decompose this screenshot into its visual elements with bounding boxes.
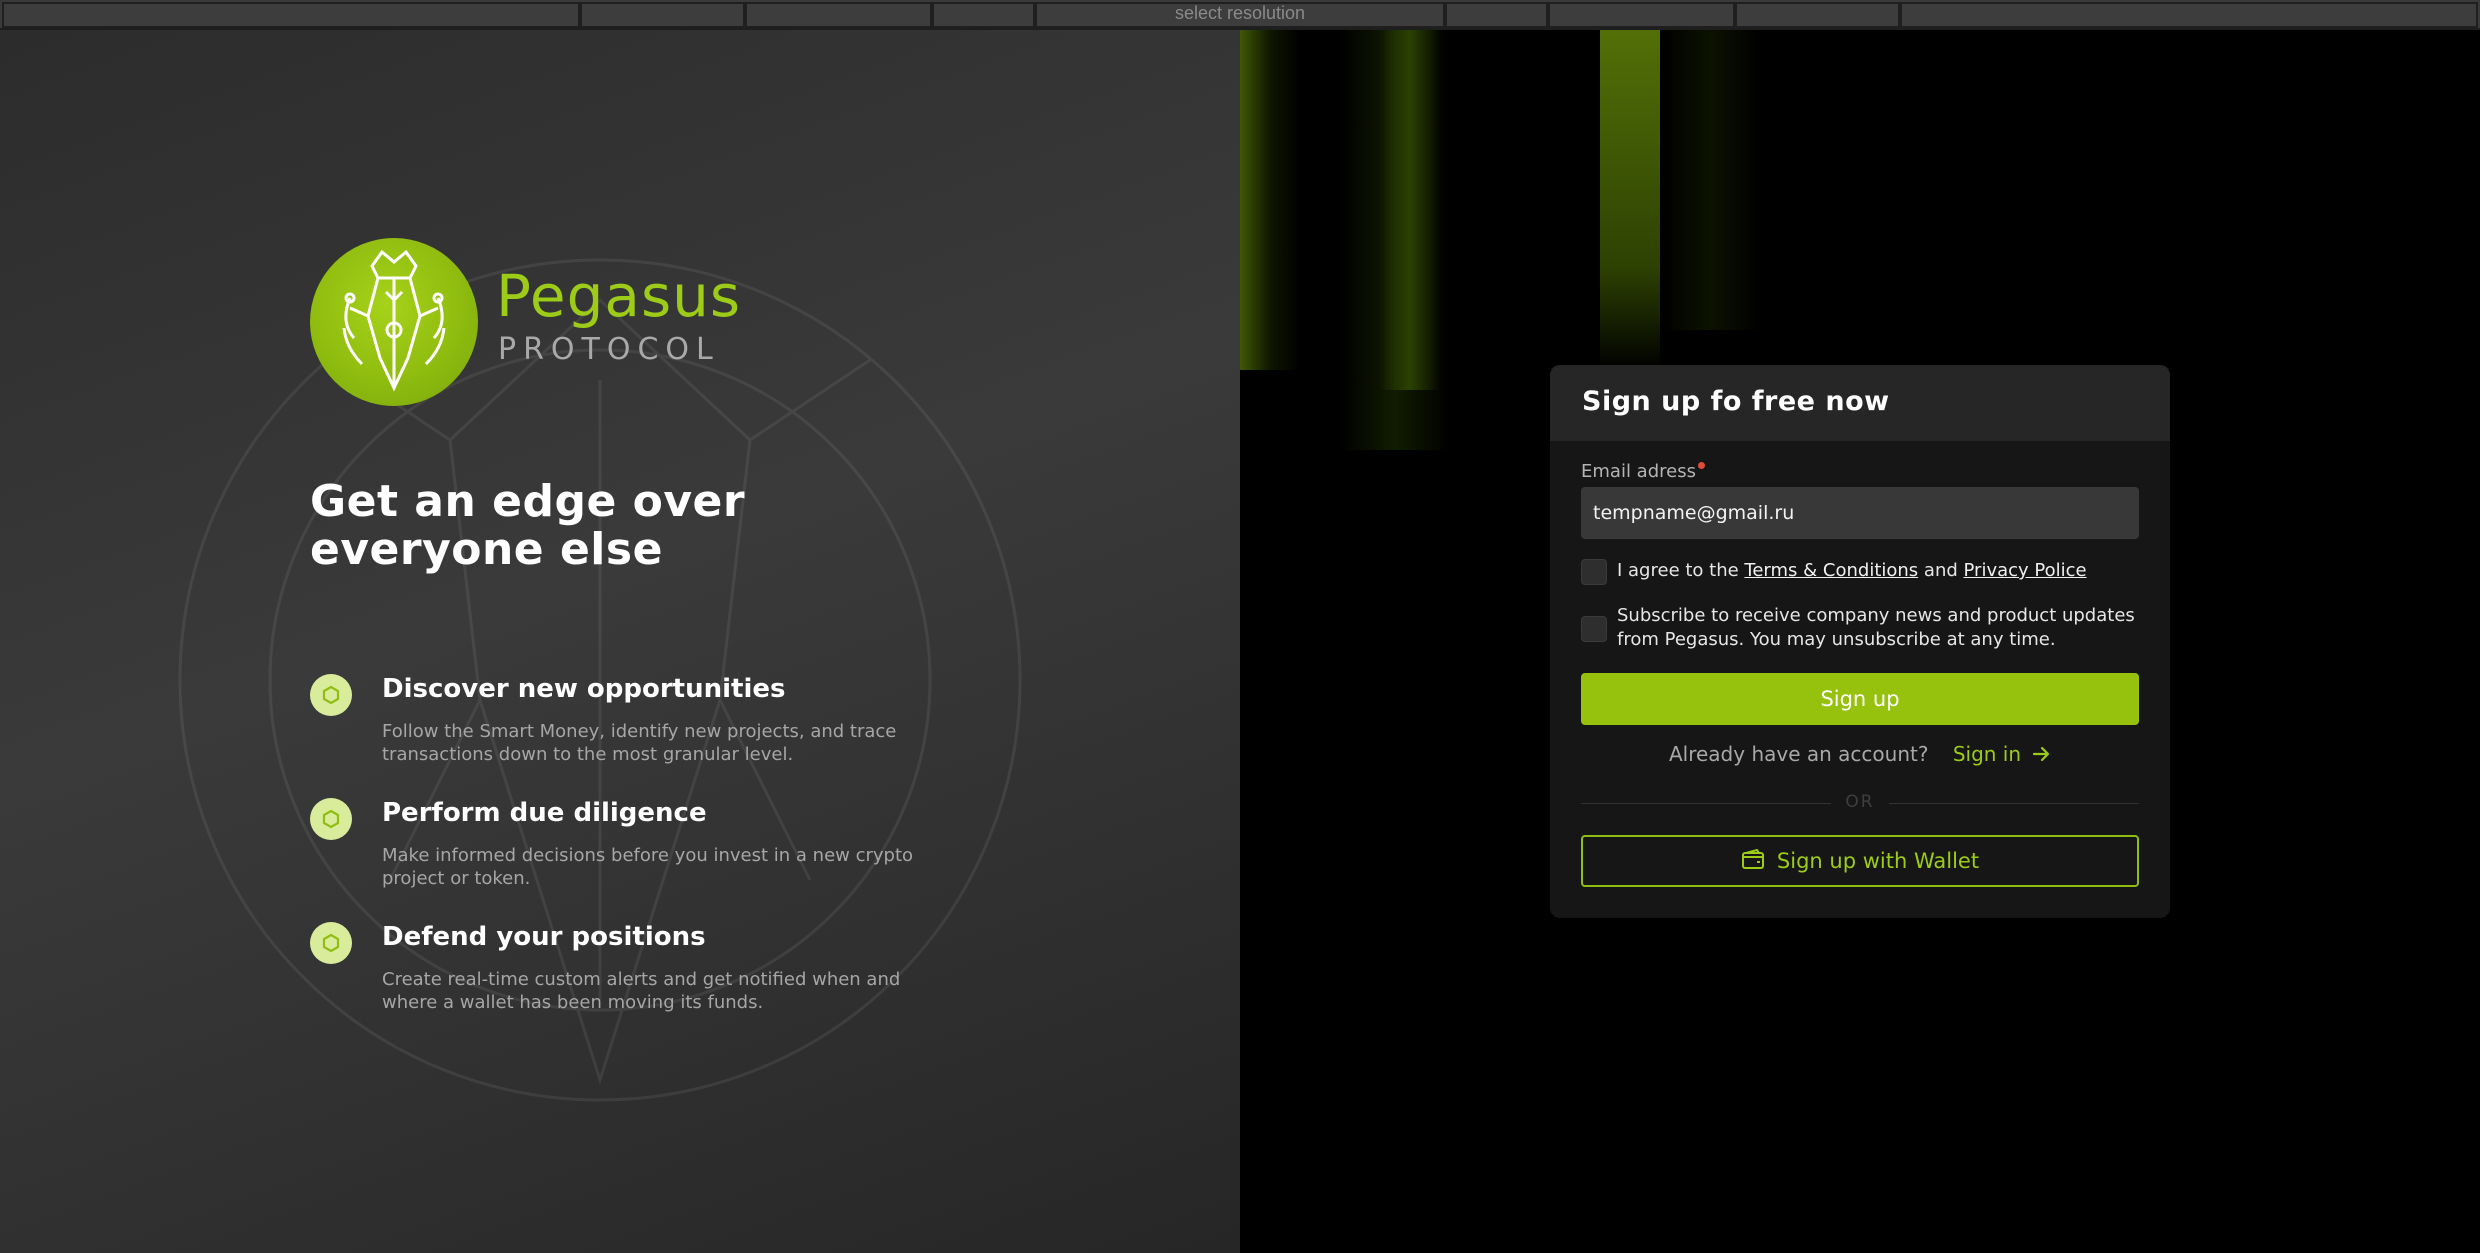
pegasus-logo: [310, 238, 478, 406]
privacy-link[interactable]: Privacy Police: [1964, 560, 2087, 581]
signin-label[interactable]: Sign in: [1953, 742, 2021, 766]
feature-description: Make informed decisions before you inves…: [382, 845, 914, 889]
card-header: Sign up fo free now: [1550, 365, 2170, 441]
terms-prefix: I agree to the: [1617, 560, 1745, 581]
arrow-right-icon[interactable]: [2031, 744, 2051, 764]
hexagon-bullet-icon: [310, 674, 352, 716]
subscribe-checkbox[interactable]: [1581, 616, 1607, 642]
terms-and: and: [1918, 560, 1964, 581]
hexagon-bullet-icon: [310, 922, 352, 964]
headline-line-2: everyone else: [310, 524, 663, 575]
card-title: Sign up fo free now: [1582, 386, 1890, 417]
email-label: Email adress: [1581, 461, 1696, 482]
brand-name: Pegasus: [496, 262, 742, 330]
signin-link[interactable]: Sign in: [1953, 742, 2051, 766]
signup-button[interactable]: Sign up: [1581, 673, 2139, 725]
page-headline: Get an edge over everyone else: [310, 478, 910, 574]
feature-title: Discover new opportunities: [382, 674, 786, 704]
terms-text: I agree to the Terms & Conditions and Pr…: [1617, 559, 2137, 583]
feature-title: Perform due diligence: [382, 798, 707, 828]
feature-description: Create real-time custom alerts and get n…: [382, 969, 901, 1013]
glow-stripe: [1380, 30, 1440, 390]
hexagon-bullet-icon: [310, 798, 352, 840]
feature-description: Follow the Smart Money, identify new pro…: [382, 721, 897, 765]
subscribe-text: Subscribe to receive company news and pr…: [1617, 605, 2135, 650]
brand-subtitle: PROTOCOL: [498, 332, 720, 367]
terms-link[interactable]: Terms & Conditions: [1744, 560, 1918, 581]
headline-line-1: Get an edge over: [310, 476, 746, 527]
glow-stripe: [1600, 30, 1660, 370]
resolution-bar[interactable]: select resolution: [0, 0, 2480, 30]
left-panel: [0, 30, 1240, 1253]
glow-stripe: [1240, 30, 1300, 370]
terms-checkbox[interactable]: [1581, 559, 1607, 585]
signin-row: Already have an account? Sign in: [1550, 742, 2170, 766]
signup-wallet-button[interactable]: Sign up with Wallet: [1581, 835, 2139, 887]
required-indicator: [1698, 462, 1705, 469]
resolution-label: select resolution: [1174, 3, 1306, 23]
or-divider: OR: [1845, 792, 1875, 812]
email-field[interactable]: [1581, 487, 2139, 539]
wallet-label[interactable]: Sign up with Wallet: [1777, 849, 1979, 873]
wallet-icon: [1741, 849, 1764, 869]
feature-title: Defend your positions: [382, 922, 706, 952]
pegasus-head-icon: [342, 249, 446, 392]
signup-card: Sign up fo free now Email adress I agree…: [1550, 365, 2170, 918]
glow-stripe: [1660, 30, 1760, 330]
account-question: Already have an account?: [1668, 742, 1929, 766]
